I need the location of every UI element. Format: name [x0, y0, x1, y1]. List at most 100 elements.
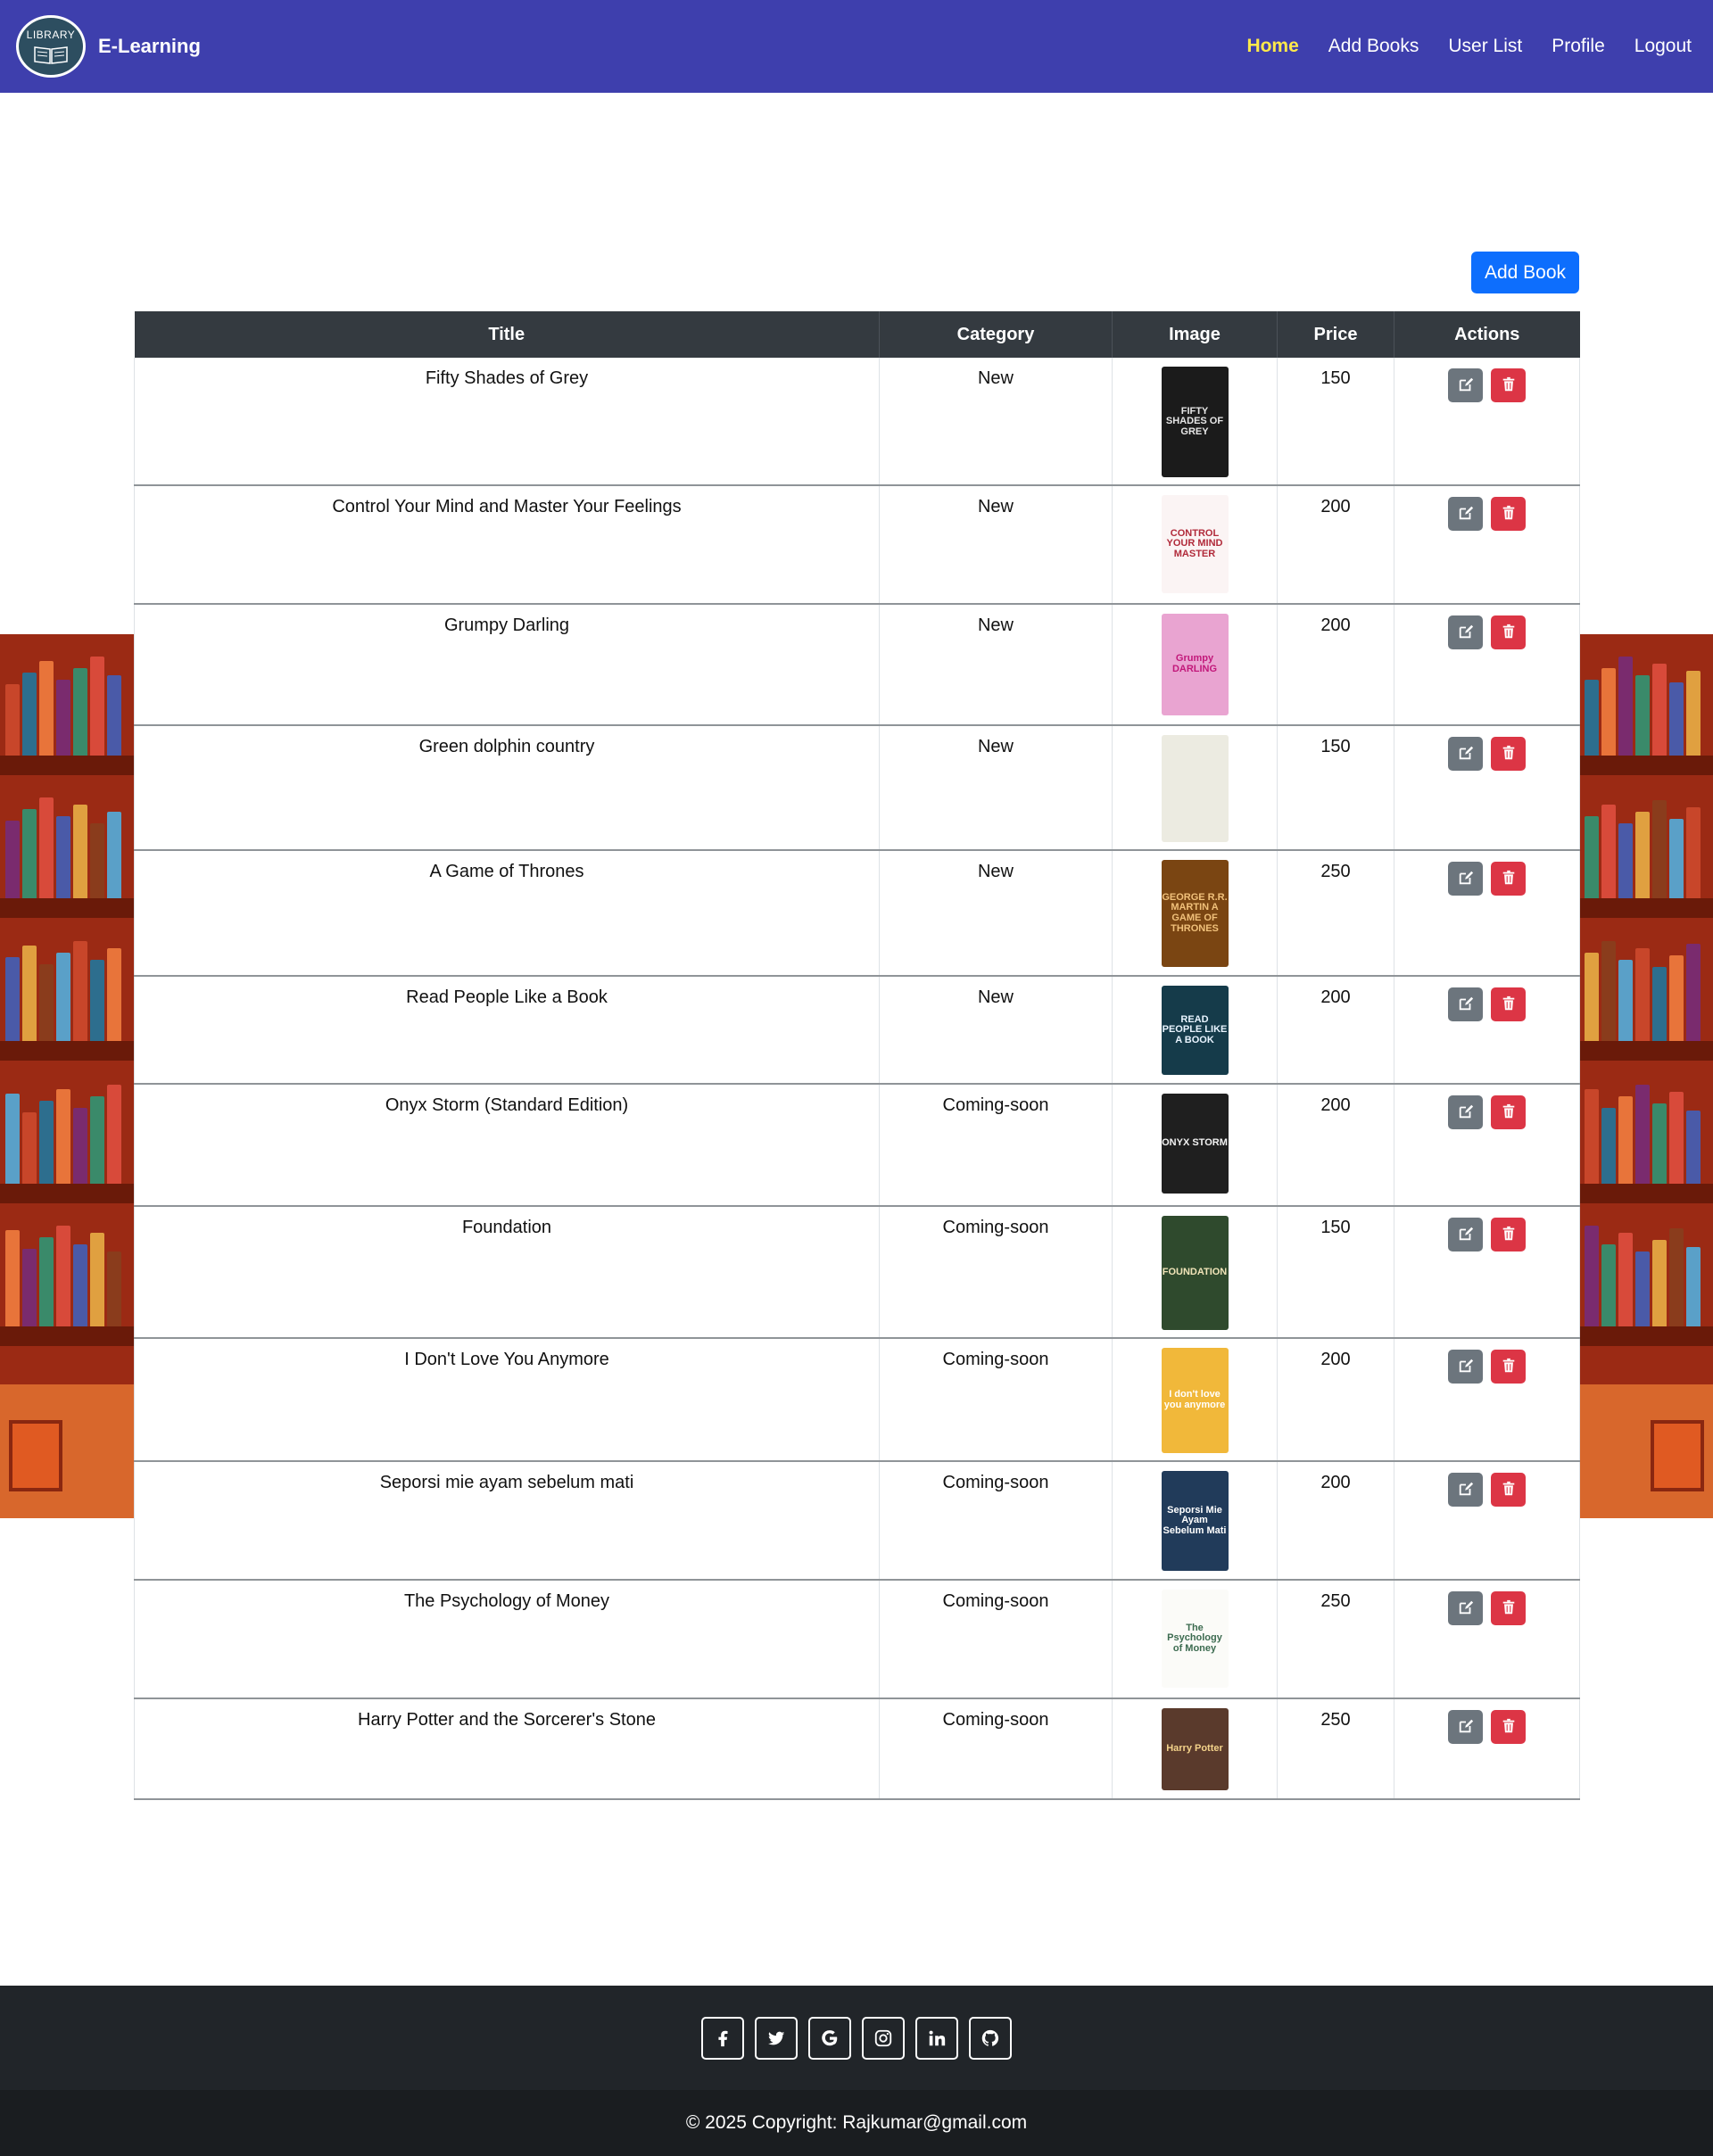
row-actions: [1394, 862, 1579, 896]
book-actions: [1394, 1338, 1580, 1462]
book-category: Coming-soon: [879, 1206, 1113, 1339]
book-actions: [1394, 604, 1580, 726]
add-book-button[interactable]: Add Book: [1471, 252, 1579, 293]
delete-button[interactable]: [1491, 1591, 1526, 1625]
book-category: New: [879, 485, 1113, 605]
table-row: Read People Like a Book New READ PEOPLE LI…: [134, 976, 1580, 1085]
book-category: New: [879, 358, 1113, 486]
facebook-icon: [713, 2028, 732, 2048]
delete-button[interactable]: [1491, 862, 1526, 896]
linkedin-icon: [927, 2028, 947, 2048]
table-row: Control Your Mind and Master Your Feelin…: [134, 485, 1580, 605]
edit-button[interactable]: [1448, 1350, 1483, 1384]
delete-button[interactable]: [1491, 737, 1526, 771]
edit-button[interactable]: [1448, 1473, 1483, 1507]
shelf-board: [0, 898, 134, 918]
facebook-link[interactable]: [701, 2017, 744, 2060]
book-spine: [39, 661, 54, 756]
book-spine: [56, 953, 70, 1041]
nav-link-profile[interactable]: Profile: [1552, 36, 1605, 57]
book-spine: [73, 1244, 87, 1326]
edit-button[interactable]: [1448, 737, 1483, 771]
edit-icon: [1458, 505, 1474, 524]
book-spine: [1686, 1111, 1701, 1184]
book-spine: [1652, 1240, 1667, 1326]
book-price: 250: [1277, 850, 1394, 977]
book-spine: [1618, 657, 1633, 756]
edit-button[interactable]: [1448, 497, 1483, 531]
edit-button[interactable]: [1448, 1218, 1483, 1251]
shelf-books: [5, 1080, 128, 1184]
book-cover-text: The Psychology of Money: [1167, 1622, 1222, 1654]
edit-button[interactable]: [1448, 862, 1483, 896]
row-actions: [1394, 1591, 1579, 1625]
brand[interactable]: LIBRARY E-Learning: [16, 15, 201, 78]
delete-button[interactable]: [1491, 987, 1526, 1021]
delete-button[interactable]: [1491, 1218, 1526, 1251]
edit-button[interactable]: [1448, 1710, 1483, 1744]
shelf-books: [1585, 652, 1708, 756]
book-cover-image: The Psychology of Money: [1161, 1590, 1229, 1688]
book-spine: [107, 1251, 121, 1326]
book-actions: [1394, 850, 1580, 977]
linkedin-link[interactable]: [915, 2017, 958, 2060]
delete-button[interactable]: [1491, 1473, 1526, 1507]
shelf-books: [1585, 938, 1708, 1041]
edit-button[interactable]: [1448, 987, 1483, 1021]
trash-icon: [1501, 1718, 1517, 1737]
edit-button[interactable]: [1448, 1591, 1483, 1625]
book-spine: [1635, 812, 1650, 898]
book-spine: [1585, 680, 1599, 756]
delete-button[interactable]: [1491, 615, 1526, 649]
book-category: New: [879, 976, 1113, 1085]
trash-icon: [1501, 745, 1517, 764]
book-title: Seporsi mie ayam sebelum mati: [134, 1461, 880, 1581]
row-actions: [1394, 1710, 1579, 1744]
book-spine: [107, 812, 121, 898]
delete-button[interactable]: [1491, 497, 1526, 531]
nav-link-add-books[interactable]: Add Books: [1328, 36, 1419, 57]
edit-button[interactable]: [1448, 615, 1483, 649]
books-table: Title Category Image Price Actions Fifty…: [134, 311, 1580, 1800]
book-spine: [73, 805, 87, 898]
delete-button[interactable]: [1491, 368, 1526, 402]
github-link[interactable]: [969, 2017, 1012, 2060]
twitter-link[interactable]: [755, 2017, 798, 2060]
shelf-books: [1585, 1223, 1708, 1326]
book-spine: [1686, 671, 1701, 756]
book-category: Coming-soon: [879, 1084, 1113, 1207]
book-cover-text: FOUNDATION: [1162, 1267, 1228, 1278]
book-spine: [1669, 819, 1684, 898]
nav-link-logout[interactable]: Logout: [1634, 36, 1692, 57]
book-image-cell: The Psychology of Money: [1112, 1580, 1278, 1699]
google-link[interactable]: [808, 2017, 851, 2060]
table-row: Harry Potter and the Sorcerer's Stone Com…: [134, 1698, 1580, 1800]
instagram-link[interactable]: [862, 2017, 905, 2060]
navbar: LIBRARY E-Learning Home Add Books User L…: [0, 0, 1713, 93]
table-row: Grumpy Darling New Grumpy DARLING 200: [134, 604, 1580, 726]
book-spine: [1635, 1251, 1650, 1326]
book-price: 200: [1277, 1084, 1394, 1207]
book-title: Green dolphin country: [134, 725, 880, 851]
book-spine: [1635, 1085, 1650, 1184]
nav-link-user-list[interactable]: User List: [1448, 36, 1522, 57]
row-actions: [1394, 1095, 1579, 1129]
delete-button[interactable]: [1491, 1095, 1526, 1129]
book-price: 200: [1277, 976, 1394, 1085]
book-spine: [1686, 1247, 1701, 1326]
shelf-board: [1579, 1326, 1713, 1346]
book-cover-image: READ PEOPLE LIKE A BOOK: [1161, 986, 1229, 1075]
delete-button[interactable]: [1491, 1350, 1526, 1384]
trash-icon: [1501, 870, 1517, 888]
delete-button[interactable]: [1491, 1710, 1526, 1744]
table-header-row: Title Category Image Price Actions: [134, 311, 1580, 358]
row-actions: [1394, 368, 1579, 402]
shelf-board: [0, 1184, 134, 1203]
edit-button[interactable]: [1448, 368, 1483, 402]
book-spine: [56, 680, 70, 756]
open-book-icon: [34, 45, 68, 64]
book-actions: [1394, 1206, 1580, 1339]
book-category: Coming-soon: [879, 1580, 1113, 1699]
nav-link-home[interactable]: Home: [1246, 36, 1298, 57]
edit-button[interactable]: [1448, 1095, 1483, 1129]
